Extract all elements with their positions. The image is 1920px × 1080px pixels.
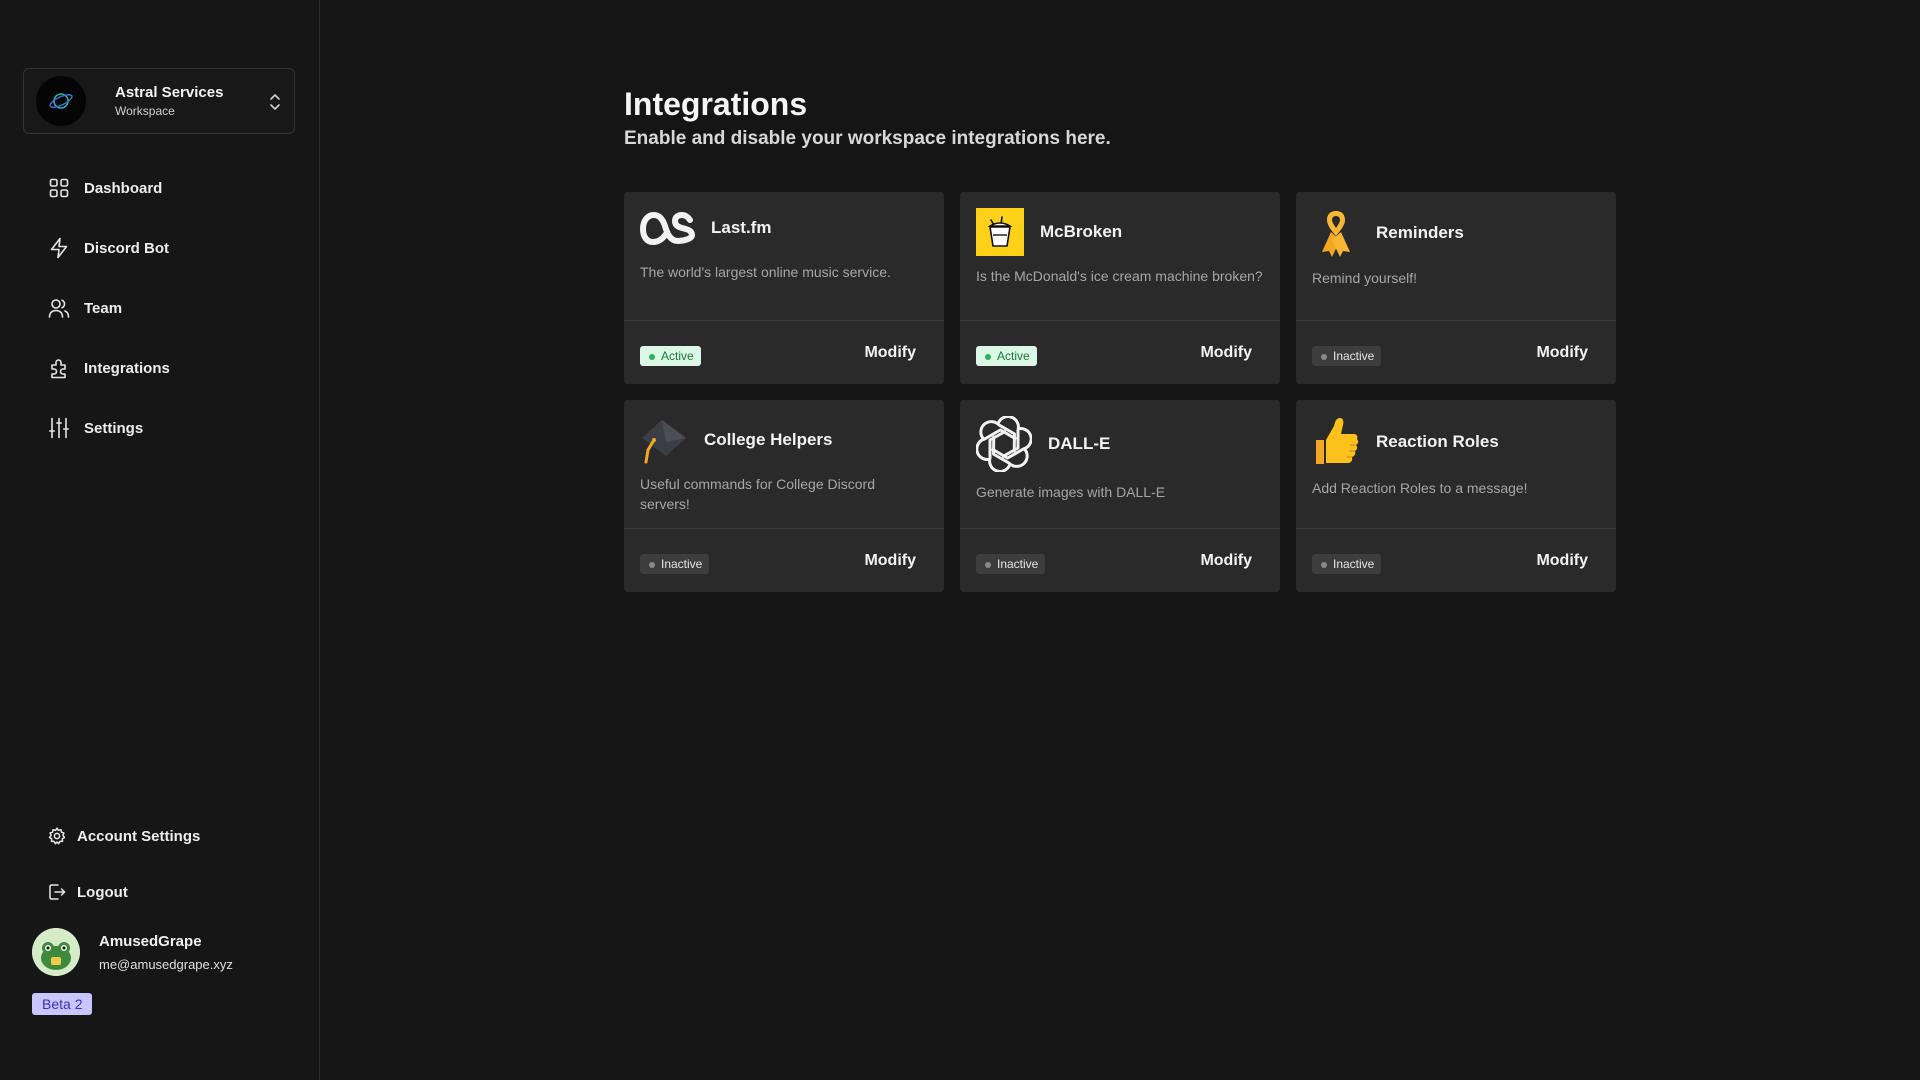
integration-card-mcbroken: McBroken Is the McDonald's ice cream mac… bbox=[960, 192, 1280, 384]
card-footer: Inactive Modify bbox=[624, 528, 944, 592]
nav-item-discord-bot[interactable]: Discord Bot bbox=[48, 237, 169, 259]
ribbon-icon bbox=[1312, 208, 1360, 258]
card-footer: Inactive Modify bbox=[1296, 320, 1616, 384]
modify-button[interactable]: Modify bbox=[1536, 344, 1588, 362]
modify-button[interactable]: Modify bbox=[864, 552, 916, 570]
thumbs-up-icon bbox=[1312, 416, 1360, 468]
integration-title: Reminders bbox=[1376, 223, 1464, 242]
nav-item-team[interactable]: Team bbox=[48, 297, 122, 319]
integration-title: DALL-E bbox=[1048, 434, 1111, 453]
logout-link[interactable]: Logout bbox=[47, 882, 128, 902]
nav-label: Dashboard bbox=[84, 179, 163, 197]
card-footer: Active Modify bbox=[960, 320, 1280, 384]
nav-item-settings[interactable]: Settings bbox=[48, 417, 143, 439]
nav-label: Discord Bot bbox=[84, 239, 170, 257]
nav-label: Integrations bbox=[84, 359, 170, 377]
integration-card-reaction-roles: Reaction Roles Add Reaction Roles to a m… bbox=[1296, 400, 1616, 592]
openai-logo bbox=[976, 416, 1032, 472]
status-badge: Inactive bbox=[640, 554, 710, 574]
status-badge: Inactive bbox=[976, 554, 1046, 574]
user-profile[interactable]: AmusedGrape me@amusedgrape.xyz bbox=[32, 928, 233, 976]
users-icon bbox=[48, 297, 70, 319]
account-settings-link[interactable]: Account Settings bbox=[47, 826, 200, 846]
integration-card-reminders: Reminders Remind yourself! Inactive Modi… bbox=[1296, 192, 1616, 384]
status-badge: Inactive bbox=[1312, 554, 1382, 574]
sidebar: Astral Services Workspace Dashboard Disc… bbox=[0, 0, 320, 1080]
nav-label: Team bbox=[84, 299, 123, 317]
integration-card-dall-e: DALL-E Generate images with DALL-E Inact… bbox=[960, 400, 1280, 592]
avatar bbox=[32, 928, 80, 976]
integration-title: College Helpers bbox=[704, 430, 833, 449]
card-footer: Inactive Modify bbox=[960, 528, 1280, 592]
user-name: AmusedGrape bbox=[99, 932, 202, 950]
ice-cream-icon bbox=[976, 208, 1024, 256]
page-subtitle: Enable and disable your workspace integr… bbox=[624, 128, 1111, 149]
integration-description: Remind yourself! bbox=[1312, 270, 1418, 286]
user-email: me@amusedgrape.xyz bbox=[99, 956, 233, 972]
nav-item-integrations[interactable]: Integrations bbox=[48, 357, 170, 379]
logout-label: Logout bbox=[77, 883, 128, 901]
modify-button[interactable]: Modify bbox=[1536, 552, 1588, 570]
modify-button[interactable]: Modify bbox=[864, 344, 916, 362]
beta-badge: Beta 2 bbox=[32, 993, 93, 1015]
integration-title: McBroken bbox=[1040, 222, 1123, 241]
lightning-icon bbox=[48, 237, 70, 259]
nav-label: Settings bbox=[84, 419, 144, 437]
integration-card-lastfm: Last.fm The world's largest online music… bbox=[624, 192, 944, 384]
sliders-icon bbox=[48, 417, 70, 439]
card-footer: Active Modify bbox=[624, 320, 944, 384]
integration-description: The world's largest online music service… bbox=[640, 264, 891, 280]
modify-button[interactable]: Modify bbox=[1200, 344, 1252, 362]
integration-title: Reaction Roles bbox=[1376, 432, 1499, 451]
account-settings-label: Account Settings bbox=[77, 827, 201, 845]
logout-icon bbox=[47, 882, 67, 902]
graduation-cap-icon bbox=[640, 416, 688, 464]
integration-description: Add Reaction Roles to a message! bbox=[1312, 480, 1528, 496]
status-badge: Active bbox=[640, 346, 701, 366]
page-title: Integrations bbox=[624, 86, 808, 122]
status-badge: Active bbox=[976, 346, 1037, 366]
grid-icon bbox=[48, 177, 70, 199]
integration-description: Useful commands for College Discord serv… bbox=[640, 476, 875, 512]
gear-icon bbox=[47, 826, 67, 846]
integration-title: Last.fm bbox=[711, 218, 772, 237]
modify-button[interactable]: Modify bbox=[1200, 552, 1252, 570]
integration-card-college-helpers: College Helpers Useful commands for Coll… bbox=[624, 400, 944, 592]
card-footer: Inactive Modify bbox=[1296, 528, 1616, 592]
lastfm-logo bbox=[640, 208, 698, 248]
status-badge: Inactive bbox=[1312, 346, 1382, 366]
planet-icon bbox=[36, 76, 86, 126]
integration-description: Generate images with DALL-E bbox=[976, 484, 1166, 500]
puzzle-icon bbox=[48, 357, 70, 379]
chevron-up-down-icon bbox=[270, 94, 280, 110]
workspace-subtitle: Workspace bbox=[115, 104, 175, 118]
workspace-name: Astral Services bbox=[115, 84, 224, 101]
workspace-switcher[interactable]: Astral Services Workspace bbox=[23, 68, 295, 134]
nav-item-dashboard[interactable]: Dashboard bbox=[48, 177, 162, 199]
integration-description: Is the McDonald's ice cream machine brok… bbox=[976, 268, 1263, 284]
